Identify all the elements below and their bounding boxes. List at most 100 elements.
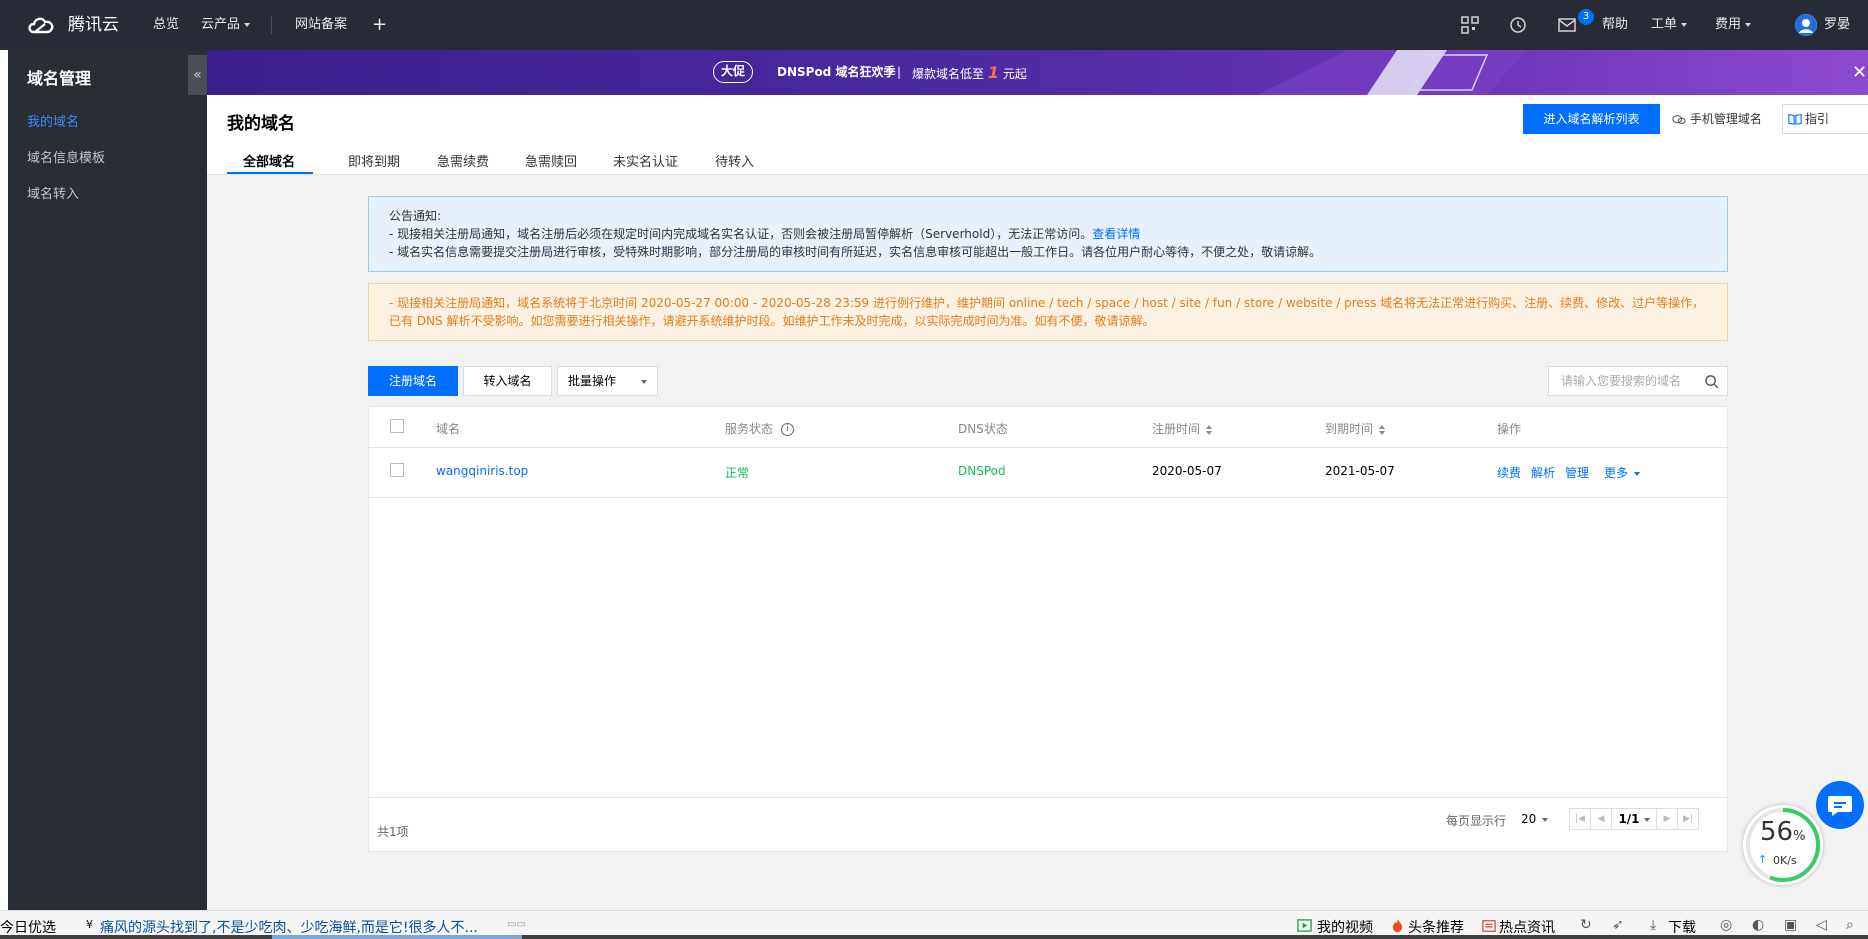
brand-name[interactable]: 腾讯云 [68,0,119,50]
tab-pending-transfer[interactable]: 待转入 [715,151,754,170]
collapse-sidebar-button[interactable]: « [188,55,207,95]
nav-username[interactable]: 罗晏 [1824,0,1850,50]
network-speed-widget[interactable]: 56% ↑ 0K/s [1743,805,1823,885]
chevron-down-icon [1681,22,1688,27]
column-header-label: 服务状态 [725,422,774,436]
download-icon[interactable]: ⤓ [1650,917,1656,933]
search-icon[interactable] [1704,374,1719,389]
sidebar-item-domain-template[interactable]: 域名信息模板 [27,147,105,166]
mask-icon[interactable]: ◎ [1720,917,1732,933]
ticker-toggle-icon[interactable]: ▭▭ [507,919,526,930]
chevron-down-icon [1634,471,1641,476]
renew-link[interactable]: 续费 [1497,464,1521,481]
nav-billing[interactable]: 费用 [1715,0,1752,50]
mobile-manage-link[interactable]: 手机管理域名 [1672,104,1762,134]
sidebar-title: 域名管理 [27,69,92,88]
last-page-button[interactable]: ▶| [1677,808,1699,830]
qrcode-icon[interactable] [1460,15,1480,35]
active-window-indicator [272,935,522,939]
nav-help[interactable]: 帮助 [1602,0,1628,50]
chevron-down-icon [1745,22,1752,27]
clock-icon[interactable] [1508,15,1528,35]
column-header-expires[interactable]: 到期时间 [1325,420,1386,437]
nav-overview[interactable]: 总览 [153,0,179,50]
hot-news[interactable]: 热点资讯 [1499,917,1555,937]
expiry-date: 2021-05-07 [1325,464,1395,478]
sort-icon[interactable] [1206,424,1213,435]
row-checkbox[interactable] [390,463,404,477]
sort-icon[interactable] [1379,424,1386,435]
batch-actions-select[interactable]: 批量操作 [557,366,658,396]
book-icon [1788,113,1802,125]
domain-link[interactable]: wangqiniris.top [436,464,528,478]
tab-expiring-soon[interactable]: 即将到期 [348,151,400,170]
window-icon[interactable]: ▣ [1784,917,1797,933]
tab-needs-renewal[interactable]: 急需续费 [437,151,489,170]
nav-ticket[interactable]: 工单 [1651,0,1688,50]
notice-line-text: - 现接相关注册局通知，域名注册后必须在规定时间内完成域名实名认证，否则会被注册… [389,227,1093,241]
more-dropdown[interactable]: 更多 [1604,464,1641,481]
nav-ticket-label: 工单 [1651,17,1678,32]
transfer-domain-button[interactable]: 转入域名 [463,366,552,396]
view-details-link[interactable]: 查看详情 [1092,227,1140,241]
maintenance-notice: - 现接相关注册局通知，域名系统将于北京时间 2020-05-27 00:00 … [368,283,1728,341]
column-header-registered[interactable]: 注册时间 [1152,420,1213,437]
refresh-icon[interactable]: ↻ [1580,917,1592,933]
sidebar-item-domain-transfer[interactable]: 域名转入 [27,183,79,202]
page-title: 我的域名 [227,114,295,134]
zoom-icon[interactable]: ⌕ [1846,917,1854,933]
page-select[interactable]: 1/1 [1611,808,1657,830]
rocket-icon[interactable]: ➶ [1612,917,1624,933]
nav-filing[interactable]: 网站备案 [295,0,347,50]
speed-percent-value: 56 [1760,817,1794,847]
total-count: 共1项 [377,825,409,839]
row-divider [369,497,1727,498]
tab-all-domains[interactable]: 全部域名 [243,151,295,170]
dns-list-button[interactable]: 进入域名解析列表 [1523,104,1660,134]
speed-percent: 56% [1760,817,1805,847]
dns-status: DNSPod [958,464,1006,478]
today-picks[interactable]: 今日优选 [0,917,56,937]
manage-link[interactable]: 管理 [1565,464,1589,481]
avatar[interactable] [1795,14,1817,36]
headline-recommend[interactable]: 头条推荐 [1408,917,1464,937]
notice-line: - 域名实名信息需要提交注册局进行审核，受特殊时期影响，部分注册局的审核时间有所… [389,245,1322,259]
announcement-notice: 公告通知: - 现接相关注册局通知，域名注册后必须在规定时间内完成域名实名认证，… [368,196,1728,272]
volume-icon[interactable]: ◁ [1816,917,1827,933]
column-header-actions: 操作 [1497,422,1522,436]
sidebar-item-my-domains[interactable]: 我的域名 [27,111,79,130]
translate-icon[interactable]: ◐ [1752,917,1764,933]
promo-banner[interactable]: 大促 DNSPod 域名狂欢季 | 爆款域名低至 1 元起 ✕ [207,50,1868,95]
select-all-checkbox[interactable] [390,419,404,433]
guide-label: 指引 [1805,112,1830,126]
prev-page-button[interactable]: ◀ [1590,808,1612,830]
tab-unverified[interactable]: 未实名认证 [613,151,678,170]
cloud-logo-icon[interactable] [26,12,56,38]
speed-rate: 0K/s [1773,854,1797,867]
maintenance-text: - 现接相关注册局通知，域名系统将于北京时间 2020-05-27 00:00 … [389,296,1705,328]
support-chat-button[interactable] [1816,781,1864,829]
column-header-dns-status: DNS状态 [958,422,1008,436]
batch-actions-label: 批量操作 [568,374,617,388]
first-page-button[interactable]: |◀ [1569,808,1591,830]
my-videos[interactable]: 我的视频 [1317,917,1373,937]
chevron-down-icon [1643,817,1650,822]
column-header-label: 到期时间 [1325,422,1374,436]
promo-divider: | [897,65,902,79]
nav-add-button[interactable]: + [372,0,387,50]
news-ticker[interactable]: 痛风的源头找到了,不是少吃肉、少吃海鲜,而是它!很多人不... [100,917,478,937]
search-input[interactable] [1549,367,1699,395]
per-page-select[interactable]: 20 [1521,812,1549,826]
close-icon[interactable]: ✕ [1852,62,1867,83]
chat-bubble-icon [1672,114,1686,124]
next-page-button[interactable]: ▶ [1656,808,1678,830]
nav-products[interactable]: 云产品 [201,0,251,50]
download-label[interactable]: 下载 [1668,917,1696,937]
guide-button[interactable]: 指引 [1782,104,1868,134]
mail-icon[interactable] [1557,15,1577,35]
resolve-link[interactable]: 解析 [1531,464,1555,481]
register-domain-button[interactable]: 注册域名 [368,366,458,396]
info-icon[interactable]: i [781,423,795,436]
chevron-down-icon: ¥ [86,918,93,931]
tab-needs-redemption[interactable]: 急需赎回 [525,151,577,170]
